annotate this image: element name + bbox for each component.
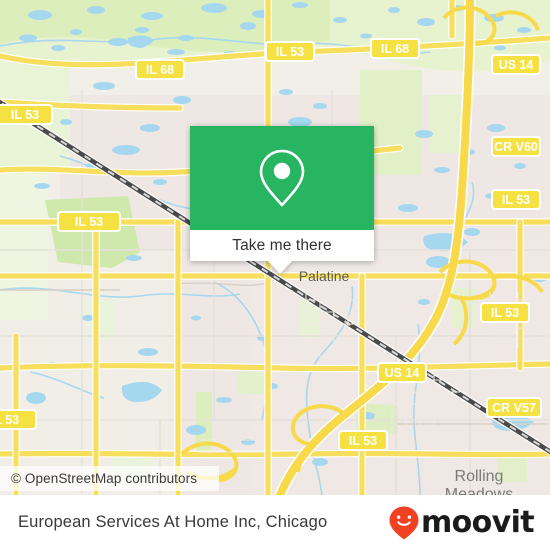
road-shield-il53-east-mid: IL 53 — [491, 189, 541, 210]
moovit-wordmark: moovit — [420, 504, 535, 540]
take-me-there-label: Take me there — [232, 236, 332, 254]
svg-text:IL 53: IL 53 — [491, 306, 519, 320]
moovit-logo[interactable]: moovit — [388, 504, 535, 541]
road-shield-us14-se: CR V57 — [486, 397, 542, 418]
destination-info-card[interactable]: Take me there — [190, 126, 374, 274]
road-shield-il53-south-upper: US 14 — [377, 362, 427, 383]
card-action-bar[interactable]: Take me there — [190, 230, 374, 261]
svg-text:IL 53: IL 53 — [349, 434, 377, 448]
road-shield-crv60: IL 53 — [57, 211, 121, 232]
map-pin-icon — [259, 149, 305, 207]
place-label-rolling-meadows-line1: Rolling — [455, 468, 504, 485]
moovit-map-share-card: Palatine Rolling Meadows IL 68 IL 53 IL … — [0, 0, 550, 550]
svg-text:US 14: US 14 — [499, 58, 534, 72]
moovit-pin-smiley-icon — [389, 506, 419, 539]
road-shield-crv57-clipped: IL 53 — [0, 409, 37, 430]
road-shield-il53-south-lower: IL 53 — [338, 430, 388, 451]
card-pointer-tail — [267, 260, 293, 274]
svg-text:IL 68: IL 68 — [146, 63, 174, 77]
road-shield-il68-center: IL 53 — [265, 41, 315, 62]
osm-attribution-label: © OpenStreetMap contributors — [11, 471, 198, 486]
svg-text:IL 53: IL 53 — [276, 45, 304, 59]
place-label-palatine: Palatine — [299, 268, 350, 284]
road-shield-il53-ne: US 14 — [491, 54, 541, 75]
footer-bar: European Services At Home Inc, Chicago m… — [0, 495, 550, 550]
place-label-rolling-meadows-line2: Meadows — [445, 486, 513, 495]
svg-text:CR V57: CR V57 — [492, 401, 536, 415]
svg-text:IL 53: IL 53 — [0, 413, 19, 427]
road-shield-il68-west: IL 68 — [135, 59, 185, 80]
svg-text:IL 68: IL 68 — [381, 42, 409, 56]
osm-attribution[interactable]: © OpenStreetMap contributors — [0, 466, 219, 491]
road-shield-us14-nw: IL 53 — [0, 104, 53, 125]
svg-text:CR V60: CR V60 — [494, 140, 538, 154]
svg-text:IL 53: IL 53 — [502, 193, 530, 207]
svg-text:IL 53: IL 53 — [11, 108, 39, 122]
place-title: European Services At Home Inc, Chicago — [18, 513, 328, 531]
road-shield-il53-east-upper: CR V60 — [491, 136, 541, 157]
road-shield-il53-east-lower: IL 53 — [480, 302, 530, 323]
card-image-area — [190, 126, 374, 230]
svg-text:IL 53: IL 53 — [75, 215, 103, 229]
road-shield-il68-east: IL 68 — [370, 38, 420, 59]
svg-text:US 14: US 14 — [385, 366, 420, 380]
